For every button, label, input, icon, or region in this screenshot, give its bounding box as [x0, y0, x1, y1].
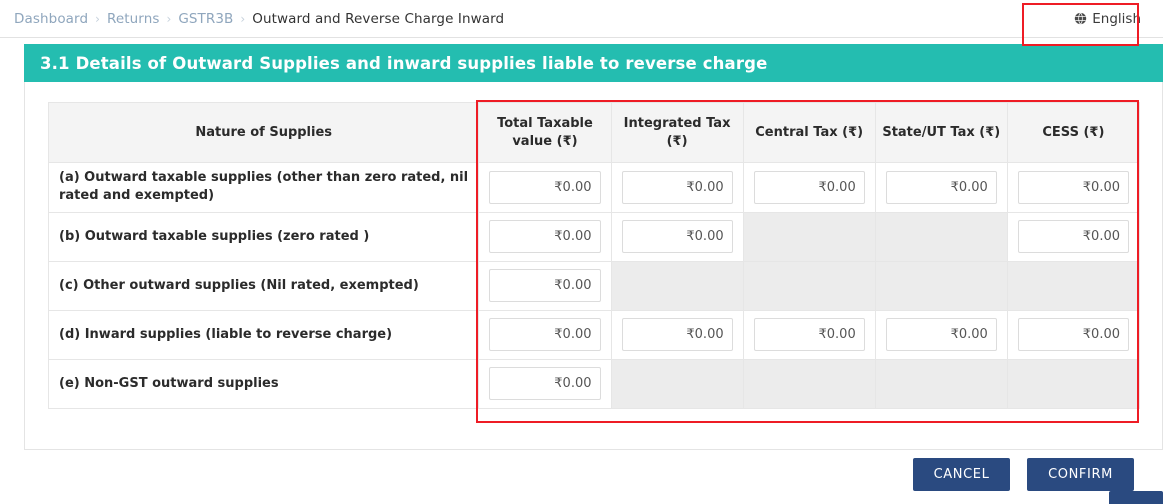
column-header-central-tax: Central Tax (₹) [742, 102, 876, 163]
amount-cell-disabled [874, 260, 1008, 311]
amount-cell [1006, 309, 1141, 360]
breadcrumb-separator: › [166, 11, 172, 26]
supplies-table-wrapper: Nature of Supplies Total Taxable value (₹… [47, 102, 1141, 409]
column-header-cess: CESS (₹) [1006, 102, 1141, 163]
amount-cell [478, 211, 612, 262]
breadcrumb-item-gstr3b[interactable]: GSTR3B [178, 11, 233, 27]
amount-cell [478, 309, 612, 360]
row-label: (c) Other outward supplies (Nil rated, e… [47, 260, 480, 311]
amount-input-r3-c2[interactable] [753, 318, 865, 352]
table-body: (a) Outward taxable supplies (other than… [47, 162, 1141, 409]
breadcrumb-bar: Dashboard › Returns › GSTR3B › Outward and Rev… [0, 0, 1163, 38]
amount-input-r0-c3[interactable] [885, 170, 997, 204]
amount-cell [742, 162, 876, 213]
amount-cell-disabled [742, 211, 876, 262]
amount-cell [478, 162, 612, 213]
amount-input-r2-c0[interactable] [489, 269, 601, 303]
amount-input-r3-c4[interactable] [1017, 318, 1129, 352]
row-label: (e) Non-GST outward supplies [47, 358, 480, 409]
breadcrumb-item-dashboard[interactable]: Dashboard [14, 11, 88, 27]
breadcrumb-separator: › [240, 11, 246, 26]
amount-input-r1-c4[interactable] [1017, 220, 1129, 254]
column-header-integrated-tax: Integrated Tax (₹) [610, 102, 744, 163]
amount-cell-disabled [610, 358, 744, 409]
cancel-button[interactable]: CANCEL [913, 458, 1010, 491]
amount-cell [1006, 211, 1141, 262]
table-head: Nature of Supplies Total Taxable value (₹… [47, 102, 1141, 163]
column-header-state-ut-tax: State/UT Tax (₹) [874, 102, 1008, 163]
amount-input-r4-c0[interactable] [489, 367, 601, 401]
table-row: (d) Inward supplies (liable to reverse c… [47, 309, 1141, 360]
page-root: Dashboard › Returns › GSTR3B › Outward and Rev… [0, 0, 1163, 504]
amount-cell-disabled [874, 358, 1008, 409]
globe-icon [1074, 12, 1087, 25]
amount-input-r3-c3[interactable] [885, 318, 997, 352]
amount-cell-disabled [1006, 358, 1141, 409]
table-header-row: Nature of Supplies Total Taxable value (₹… [47, 102, 1141, 163]
table-row: (e) Non-GST outward supplies [47, 358, 1141, 409]
amount-input-r3-c1[interactable] [621, 318, 733, 352]
amount-cell [478, 358, 612, 409]
row-label: (d) Inward supplies (liable to reverse c… [47, 309, 480, 360]
amount-cell-disabled [742, 260, 876, 311]
amount-input-r0-c4[interactable] [1017, 170, 1129, 204]
language-selector[interactable]: English [1074, 11, 1149, 27]
amount-input-r0-c2[interactable] [753, 170, 865, 204]
column-header-nature-of-supplies: Nature of Supplies [47, 102, 480, 163]
amount-cell [742, 309, 876, 360]
amount-cell [874, 309, 1008, 360]
amount-cell [610, 309, 744, 360]
amount-cell [1006, 162, 1141, 213]
table-row: (a) Outward taxable supplies (other than… [47, 162, 1141, 213]
amount-input-r0-c1[interactable] [621, 170, 733, 204]
amount-cell [610, 162, 744, 213]
amount-cell-disabled [1006, 260, 1141, 311]
amount-input-r1-c0[interactable] [489, 220, 601, 254]
amount-cell [478, 260, 612, 311]
amount-input-r1-c1[interactable] [621, 220, 733, 254]
amount-cell-disabled [874, 211, 1008, 262]
row-label: (a) Outward taxable supplies (other than… [47, 162, 480, 213]
amount-cell [610, 211, 744, 262]
breadcrumb-item-outward-and-reverse-charge-inward: Outward and Reverse Charge Inward [252, 10, 505, 27]
amount-cell-disabled [610, 260, 744, 311]
table-row: (b) Outward taxable supplies (zero rated… [47, 211, 1141, 262]
supplies-table: Nature of Supplies Total Taxable value (₹… [47, 102, 1141, 409]
language-label: English [1092, 10, 1141, 27]
offscreen-button-partial[interactable] [1109, 491, 1163, 504]
breadcrumb-separator: › [95, 11, 100, 26]
confirm-button[interactable]: CONFIRM [1027, 458, 1134, 491]
breadcrumb: Dashboard › Returns › GSTR3B › Outward and Rev… [14, 11, 504, 27]
table-row: (c) Other outward supplies (Nil rated, e… [47, 260, 1141, 311]
amount-cell-disabled [742, 358, 876, 409]
breadcrumb-item-returns[interactable]: Returns [107, 11, 160, 27]
amount-cell [874, 162, 1008, 213]
form-card: Nature of Supplies Total Taxable value (₹… [24, 82, 1163, 450]
form-footer: CANCEL CONFIRM [0, 450, 1163, 504]
row-label: (b) Outward taxable supplies (zero rated… [47, 211, 480, 262]
column-header-total-taxable-value: Total Taxable value (₹) [478, 102, 612, 163]
amount-input-r3-c0[interactable] [489, 318, 601, 352]
page-title: 3.1 Details of Outward Supplies and inwa… [40, 53, 768, 73]
amount-input-r0-c0[interactable] [489, 170, 601, 204]
section-title-bar: 3.1 Details of Outward Supplies and inwa… [24, 44, 1163, 82]
